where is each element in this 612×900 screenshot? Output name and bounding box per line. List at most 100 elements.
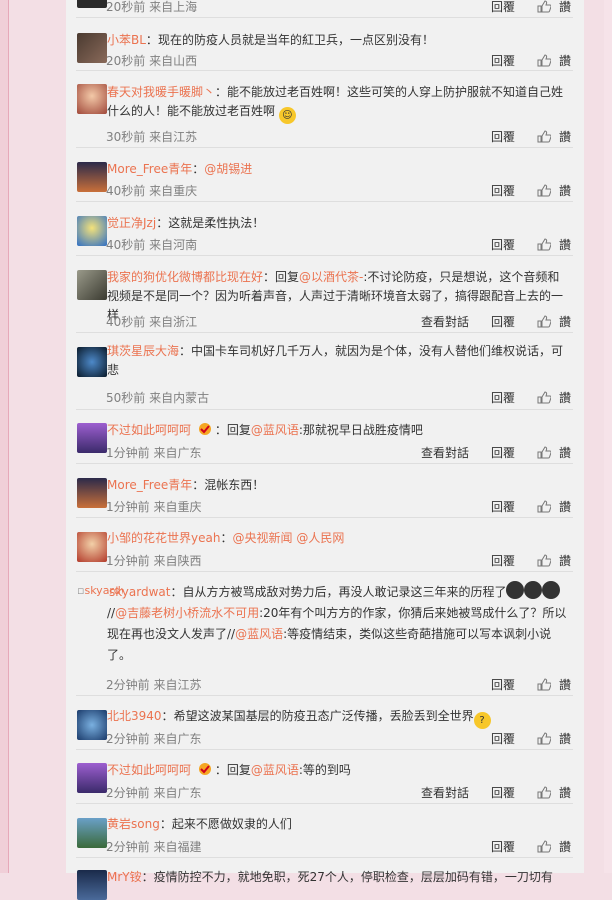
comment-actions: 回覆 讚 [469, 236, 571, 253]
mention-link[interactable]: @以酒代茶- [299, 270, 363, 284]
comment-meta: 50秒前 来自内蒙古 [106, 391, 210, 405]
comment-author[interactable]: More_Free青年 [107, 162, 192, 176]
like-button[interactable]: 讚 [559, 0, 571, 15]
view-conversation-link[interactable]: 查看對話 [421, 784, 469, 801]
like-button[interactable]: 讚 [559, 552, 571, 569]
avatar[interactable] [77, 33, 107, 63]
comment-text: 北北3940：希望这波某国基层的防疫丑态广泛传播，丢脸丢到全世界? [107, 707, 571, 729]
like-icon[interactable] [537, 554, 551, 567]
reply-button[interactable]: 回覆 [491, 784, 515, 801]
like-icon[interactable] [537, 238, 551, 251]
comment-author[interactable]: 黄岩song [107, 817, 160, 831]
comment-item: MrY铵：疫情防控不力，就地免职，死27个人，停职检查，层层加码有错，一刀切有 [76, 858, 573, 900]
like-icon[interactable] [537, 54, 551, 67]
reply-button[interactable]: 回覆 [491, 676, 515, 693]
comment-meta: 1分钟前 来自重庆 [106, 500, 202, 514]
avatar[interactable] [77, 870, 107, 900]
comment-text: 小苯BL：现在的防疫人员就是当年的紅卫兵，一点区别没有！ [107, 33, 434, 47]
like-button[interactable]: 讚 [559, 838, 571, 855]
view-conversation-link[interactable]: 查看對話 [421, 444, 469, 461]
comment-meta: 1分钟前 来自广东 [106, 446, 202, 460]
avatar[interactable] [77, 763, 107, 793]
avatar[interactable] [77, 818, 107, 848]
avatar[interactable] [77, 347, 107, 377]
sad-emoji-icon [542, 581, 561, 599]
like-icon[interactable] [537, 732, 551, 745]
comment-item: More_Free青年：混帐东西！ 1分钟前 来自重庆 回覆 讚 [76, 464, 573, 518]
comment-author[interactable]: 小邹的花花世界yeah [107, 531, 220, 545]
like-button[interactable]: 讚 [559, 784, 571, 801]
mention-link[interactable]: @人民网 [296, 531, 344, 545]
comment-text: skyardwat：自从方方被骂成敌对势力后，再没人敢记录这三年来的历程了//@… [107, 581, 571, 666]
comment-text: 不过如此呵呵呵 ：回复@蓝风语:那就祝早日战胜疫情吧 [107, 423, 423, 437]
comment-author[interactable]: MrY铵 [107, 870, 142, 884]
mention-link[interactable]: @蓝风语 [251, 423, 299, 437]
like-icon[interactable] [537, 130, 551, 143]
like-button[interactable]: 讚 [559, 676, 571, 693]
comment-author[interactable]: 不过如此呵呵呵 [107, 763, 191, 777]
comment-actions: 回覆 讚 [469, 128, 571, 145]
page-right-border [604, 0, 612, 873]
comment-author[interactable]: 不过如此呵呵呵 [107, 423, 191, 437]
reply-button[interactable]: 回覆 [491, 838, 515, 855]
like-icon[interactable] [537, 184, 551, 197]
mention-link[interactable]: @吉藤老树小桥流水不可用 [115, 606, 259, 620]
reply-button[interactable]: 回覆 [491, 444, 515, 461]
mention-link[interactable]: @蓝风语 [251, 763, 299, 777]
mention-link[interactable]: @胡锡进 [204, 162, 252, 176]
reply-button[interactable]: 回覆 [491, 552, 515, 569]
like-icon[interactable] [537, 678, 551, 691]
reply-button[interactable]: 回覆 [491, 182, 515, 199]
like-icon[interactable] [537, 446, 551, 459]
avatar[interactable] [77, 0, 107, 8]
like-button[interactable]: 讚 [559, 182, 571, 199]
comment-author[interactable]: 春天对我暖手暖脚丶 [107, 85, 215, 99]
avatar[interactable] [77, 478, 107, 508]
avatar[interactable] [77, 532, 107, 562]
reply-button[interactable]: 回覆 [491, 236, 515, 253]
mention-link[interactable]: @蓝风语 [235, 627, 283, 641]
reply-button[interactable]: 回覆 [491, 730, 515, 747]
comment-author[interactable]: 小苯BL [107, 33, 146, 47]
like-button[interactable]: 讚 [559, 313, 571, 330]
avatar[interactable] [77, 216, 107, 246]
reply-button[interactable]: 回覆 [491, 498, 515, 515]
comment-author[interactable]: 觉正净Jzj [107, 216, 156, 230]
like-icon[interactable] [537, 500, 551, 513]
like-button[interactable]: 讚 [559, 52, 571, 69]
like-button[interactable]: 讚 [559, 389, 571, 406]
comment-actions: 查看對話 回覆 讚 [421, 444, 571, 461]
like-icon[interactable] [537, 0, 551, 13]
avatar[interactable] [77, 84, 107, 114]
like-button[interactable]: 讚 [559, 444, 571, 461]
avatar[interactable] [77, 423, 107, 453]
comment-author[interactable]: 北北3940 [107, 709, 162, 723]
like-button[interactable]: 讚 [559, 498, 571, 515]
like-icon[interactable] [537, 840, 551, 853]
reply-button[interactable]: 回覆 [491, 0, 515, 15]
member-badge-icon [198, 763, 211, 775]
reply-button[interactable]: 回覆 [491, 313, 515, 330]
comment-author[interactable]: 我家的狗优化微博都比现在好 [107, 270, 263, 284]
comment-author[interactable]: More_Free青年 [107, 478, 192, 492]
like-button[interactable]: 讚 [559, 128, 571, 145]
like-button[interactable]: 讚 [559, 236, 571, 253]
reply-button[interactable]: 回覆 [491, 52, 515, 69]
comment-item: 北北3940：希望这波某国基层的防疫丑态广泛传播，丢脸丢到全世界? 2分钟前 来… [76, 696, 573, 750]
comment-list: 20秒前 来自上海 回覆 讚 小苯BL：现在的防疫人员就是当年的紅卫兵，一点区别… [76, 0, 573, 900]
comment-actions: 查看對話 回覆 讚 [421, 313, 571, 330]
like-icon[interactable] [537, 786, 551, 799]
like-button[interactable]: 讚 [559, 730, 571, 747]
view-conversation-link[interactable]: 查看對話 [421, 313, 469, 330]
mention-link[interactable]: @央视新闻 [232, 531, 292, 545]
avatar[interactable] [77, 162, 107, 192]
reply-button[interactable]: 回覆 [491, 128, 515, 145]
avatar[interactable] [77, 710, 107, 740]
like-icon[interactable] [537, 315, 551, 328]
reply-button[interactable]: 回覆 [491, 389, 515, 406]
like-icon[interactable] [537, 391, 551, 404]
comment-actions: 回覆 讚 [469, 498, 571, 515]
comment-author[interactable]: skyardwat [109, 585, 170, 599]
avatar[interactable] [77, 270, 107, 300]
comment-author[interactable]: 琪茨星辰大海 [107, 344, 179, 358]
